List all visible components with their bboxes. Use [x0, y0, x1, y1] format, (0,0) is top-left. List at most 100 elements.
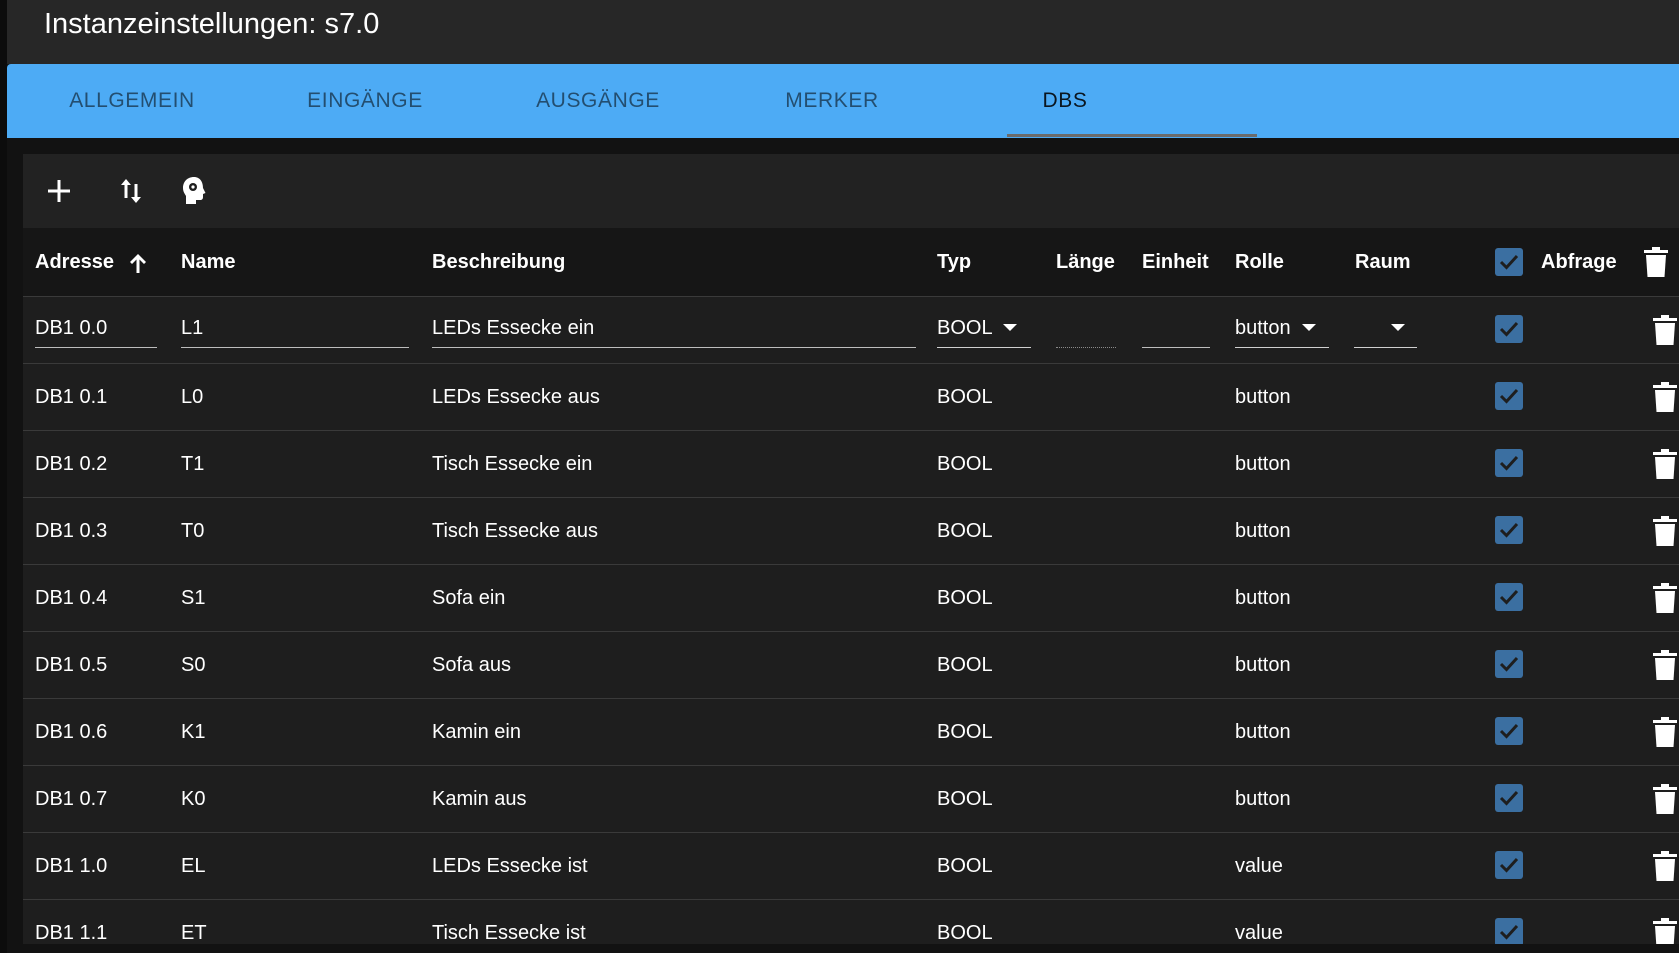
- instance-settings-page: Instanzeinstellungen: s7.0 ALLGEMEIN EIN…: [0, 0, 1679, 953]
- delete-icon[interactable]: [1653, 650, 1677, 680]
- poll-checkbox[interactable]: [1495, 382, 1523, 410]
- column-header-room[interactable]: Raum: [1355, 228, 1411, 296]
- column-header-role[interactable]: Rolle: [1235, 228, 1284, 296]
- sort-ascending-icon: [129, 253, 146, 273]
- room-select[interactable]: [1354, 309, 1417, 348]
- cell-name: ET: [181, 922, 207, 944]
- head-icon: [183, 177, 206, 204]
- import-export-button[interactable]: [107, 167, 155, 215]
- cell-address: DB1 0.2: [35, 453, 108, 475]
- delete-icon[interactable]: [1653, 784, 1677, 814]
- role-select[interactable]: button: [1235, 309, 1329, 348]
- description-input[interactable]: LEDs Essecke ein: [432, 309, 916, 348]
- poll-checkbox[interactable]: [1495, 650, 1523, 678]
- tab-merker[interactable]: MERKER: [707, 64, 957, 138]
- poll-checkbox[interactable]: [1495, 717, 1523, 745]
- delete-icon[interactable]: [1653, 516, 1677, 546]
- delete-icon[interactable]: [1653, 315, 1677, 345]
- table-row[interactable]: DB1 0.6 K1 Kamin ein BOOL button: [23, 699, 1679, 766]
- tab-eingaenge[interactable]: EINGÄNGE: [240, 64, 490, 138]
- checkmark-icon: [1499, 589, 1519, 605]
- cell-description: Tisch Essecke ist: [432, 922, 586, 944]
- page-title: Instanzeinstellungen: s7.0: [44, 8, 380, 40]
- tab-dbs[interactable]: DBS: [940, 64, 1190, 138]
- title-bar: Instanzeinstellungen: s7.0: [7, 0, 1679, 64]
- table-row[interactable]: DB1 0.3 T0 Tisch Essecke aus BOOL button: [23, 498, 1679, 565]
- column-header-poll[interactable]: Abfrage: [1541, 228, 1617, 296]
- poll-checkbox[interactable]: [1495, 918, 1523, 944]
- delete-icon[interactable]: [1653, 851, 1677, 881]
- delete-icon[interactable]: [1653, 382, 1677, 412]
- cell-type: BOOL: [937, 587, 993, 609]
- select-all-checkbox[interactable]: [1495, 248, 1523, 276]
- address-input[interactable]: DB1 0.0: [35, 309, 157, 348]
- column-header-name[interactable]: Name: [181, 228, 235, 296]
- active-tab-indicator: [1007, 134, 1257, 137]
- plus-icon: [48, 180, 70, 202]
- column-header-address[interactable]: Adresse: [35, 228, 148, 296]
- cell-description: Tisch Essecke aus: [432, 520, 598, 542]
- poll-checkbox[interactable]: [1495, 315, 1523, 343]
- column-header-unit[interactable]: Einheit: [1142, 228, 1209, 296]
- table-header: Adresse Name Beschreibung Typ Länge Einh…: [23, 228, 1679, 297]
- cell-address: DB1 0.7: [35, 788, 108, 810]
- cell-role: button: [1235, 721, 1291, 743]
- cell-address: DB1 0.4: [35, 587, 108, 609]
- type-select[interactable]: BOOL: [937, 309, 1031, 348]
- cell-type: BOOL: [937, 520, 993, 542]
- cell-name: S1: [181, 587, 206, 609]
- table-row[interactable]: DB1 0.4 S1 Sofa ein BOOL button: [23, 565, 1679, 632]
- table-body: DB1 0.0 L1 LEDs Essecke ein BOOL button …: [23, 297, 1679, 944]
- cell-description: Sofa ein: [432, 587, 506, 609]
- tab-ausgaenge[interactable]: AUSGÄNGE: [473, 64, 723, 138]
- checkmark-icon: [1499, 857, 1519, 873]
- table-row[interactable]: DB1 0.5 S0 Sofa aus BOOL button: [23, 632, 1679, 699]
- cell-address: DB1 1.1: [35, 922, 108, 944]
- ai-assist-button[interactable]: [170, 167, 218, 215]
- cell-name: T0: [181, 520, 205, 542]
- unit-input[interactable]: [1142, 309, 1210, 348]
- cell-description: Kamin ein: [432, 721, 521, 743]
- cell-type: BOOL: [937, 453, 993, 475]
- delete-icon[interactable]: [1653, 583, 1677, 613]
- poll-checkbox[interactable]: [1495, 851, 1523, 879]
- cell-name: K0: [181, 788, 206, 810]
- column-header-type[interactable]: Typ: [937, 228, 971, 296]
- cell-description: LEDs Essecke ist: [432, 855, 588, 877]
- checkmark-icon: [1499, 790, 1519, 806]
- delete-icon[interactable]: [1653, 918, 1677, 944]
- chevron-down-icon: [1391, 324, 1405, 331]
- name-input[interactable]: L1: [181, 309, 409, 348]
- delete-icon[interactable]: [1653, 717, 1677, 747]
- cell-description: Tisch Essecke ein: [432, 453, 593, 475]
- table-row[interactable]: DB1 0.2 T1 Tisch Essecke ein BOOL button: [23, 431, 1679, 498]
- poll-checkbox[interactable]: [1495, 784, 1523, 812]
- checkmark-icon: [1499, 254, 1519, 270]
- poll-checkbox[interactable]: [1495, 583, 1523, 611]
- checkmark-icon: [1499, 321, 1519, 337]
- cell-description: LEDs Essecke aus: [432, 386, 600, 408]
- cell-type: BOOL: [937, 721, 993, 743]
- chevron-down-icon: [1003, 324, 1017, 331]
- cell-type: BOOL: [937, 386, 993, 408]
- delete-all-icon[interactable]: [1644, 247, 1668, 277]
- poll-checkbox[interactable]: [1495, 449, 1523, 477]
- cell-name: EL: [181, 855, 206, 877]
- table-row[interactable]: DB1 0.7 K0 Kamin aus BOOL button: [23, 766, 1679, 833]
- table-row[interactable]: DB1 0.0 L1 LEDs Essecke ein BOOL button: [23, 297, 1679, 364]
- table-row[interactable]: DB1 1.1 ET Tisch Essecke ist BOOL value: [23, 900, 1679, 944]
- tab-bar: ALLGEMEIN EINGÄNGE AUSGÄNGE MERKER DBS: [7, 64, 1679, 138]
- table-row[interactable]: DB1 0.1 L0 LEDs Essecke aus BOOL button: [23, 364, 1679, 431]
- tab-allgemein[interactable]: ALLGEMEIN: [7, 64, 257, 138]
- column-header-length[interactable]: Länge: [1056, 228, 1115, 296]
- cell-type: BOOL: [937, 922, 993, 944]
- cell-type: BOOL: [937, 654, 993, 676]
- poll-checkbox[interactable]: [1495, 516, 1523, 544]
- column-header-description[interactable]: Beschreibung: [432, 228, 565, 296]
- length-input[interactable]: [1056, 309, 1116, 348]
- checkmark-icon: [1499, 656, 1519, 672]
- delete-icon[interactable]: [1653, 449, 1677, 479]
- cell-name: T1: [181, 453, 205, 475]
- table-row[interactable]: DB1 1.0 EL LEDs Essecke ist BOOL value: [23, 833, 1679, 900]
- add-button[interactable]: [35, 167, 83, 215]
